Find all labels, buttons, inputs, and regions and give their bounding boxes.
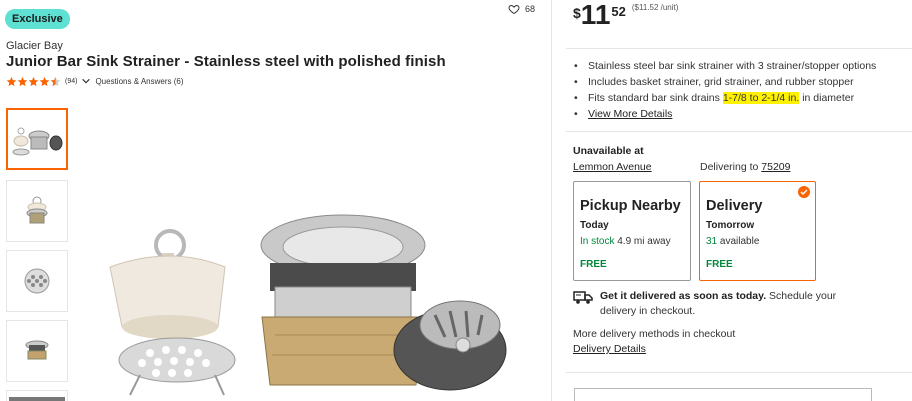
thumbnail-5[interactable]: [6, 390, 68, 401]
grid-strainer-image: [24, 268, 50, 294]
delivery-heading: Delivery: [706, 198, 763, 214]
asap-bold: Get it delivered as soon as today.: [600, 290, 767, 302]
highlighted-size: 1-7/8 to 2-1/4 in.: [722, 92, 800, 104]
brand-name[interactable]: Glacier Bay: [6, 40, 63, 52]
product-title: Junior Bar Sink Strainer - Stainless ste…: [6, 53, 446, 70]
more-delivery-methods: More delivery methods in checkout: [573, 328, 736, 340]
view-more-details-link[interactable]: View More Details: [588, 108, 672, 120]
divider: [566, 372, 912, 373]
delivery-details-link[interactable]: Delivery Details: [573, 343, 646, 355]
delivery-day: Tomorrow: [706, 220, 755, 231]
delivery-asap-message: Get it delivered as soon as today. Sched…: [600, 289, 840, 319]
fits-prefix: Fits standard bar sink drains: [588, 92, 723, 104]
delivering-to: Delivering to 75209: [700, 161, 790, 173]
thumbnail-1[interactable]: [6, 108, 68, 170]
thumbnail-3[interactable]: [6, 250, 68, 312]
price-currency: $: [573, 5, 581, 21]
divider: [566, 48, 912, 49]
divider: [566, 131, 912, 132]
store-link[interactable]: Lemmon Avenue: [573, 161, 652, 173]
selected-check-icon: [798, 186, 810, 198]
pickup-heading: Pickup Nearby: [580, 198, 681, 214]
strainer-body-image: [26, 196, 48, 224]
star-icon: [6, 76, 17, 86]
truck-icon: [573, 291, 593, 304]
favorites-count: 68: [525, 4, 536, 14]
chevron-down-icon[interactable]: [81, 76, 91, 86]
star-icon: [17, 76, 28, 86]
delivering-to-label: Delivering to: [700, 161, 762, 173]
star-icon: [28, 76, 39, 86]
price-cents: 52: [611, 4, 626, 19]
quantity-box[interactable]: [574, 388, 872, 401]
half-star-icon: [50, 76, 61, 86]
review-count[interactable]: (94): [65, 78, 77, 85]
pickup-cost: FREE: [580, 259, 607, 270]
unavailable-label: Unavailable at: [573, 145, 644, 157]
favorite-button[interactable]: 68: [508, 3, 535, 15]
store-distance: 4.9 mi away: [614, 236, 671, 247]
pickup-stock: In stock 4.9 mi away: [580, 236, 671, 247]
partial-thumbnail-image: [9, 396, 65, 401]
available-count: 31: [706, 236, 718, 247]
unit-price: ($11.52 /unit): [631, 3, 679, 12]
highlight-item-link: View More Details: [572, 107, 876, 123]
delivery-cost: FREE: [706, 259, 733, 270]
product-highlights: Stainless steel bar sink strainer with 3…: [572, 59, 876, 123]
available-label: available: [717, 236, 760, 247]
questions-answers-link[interactable]: Questions & Answers (6): [95, 77, 183, 86]
fits-suffix: in diameter: [799, 92, 855, 104]
star-rating[interactable]: [6, 76, 61, 87]
drain-body-image: [25, 340, 49, 360]
product-media-column: Exclusive 68 Glacier Bay Junior Bar Sink…: [0, 0, 552, 401]
highlight-item-fits: Fits standard bar sink drains 1-7/8 to 2…: [572, 91, 876, 107]
pickup-day: Today: [580, 220, 609, 231]
price-block: $ 11 52 ($11.52 /unit): [573, 0, 678, 30]
zip-code-link[interactable]: 75209: [761, 161, 790, 173]
thumbnail-4[interactable]: [6, 320, 68, 382]
rating-row: (94) Questions & Answers (6): [6, 75, 184, 87]
stock-status: In stock: [580, 236, 615, 247]
heart-icon: [508, 4, 520, 15]
thumbnail-2[interactable]: [6, 180, 68, 242]
pickup-option-card[interactable]: Pickup Nearby Today In stock 4.9 mi away…: [573, 181, 691, 281]
delivery-option-card[interactable]: Delivery Tomorrow 31 available FREE: [699, 181, 816, 281]
delivery-availability: 31 available: [706, 236, 759, 247]
strainer-set-image: [12, 127, 63, 156]
main-product-image[interactable]: [100, 205, 520, 401]
star-icon: [39, 76, 50, 86]
highlight-item: Stainless steel bar sink strainer with 3…: [572, 59, 876, 75]
highlight-item: Includes basket strainer, grid strainer,…: [572, 75, 876, 91]
price-dollars: 11: [580, 0, 611, 30]
exclusive-badge: Exclusive: [5, 9, 70, 29]
